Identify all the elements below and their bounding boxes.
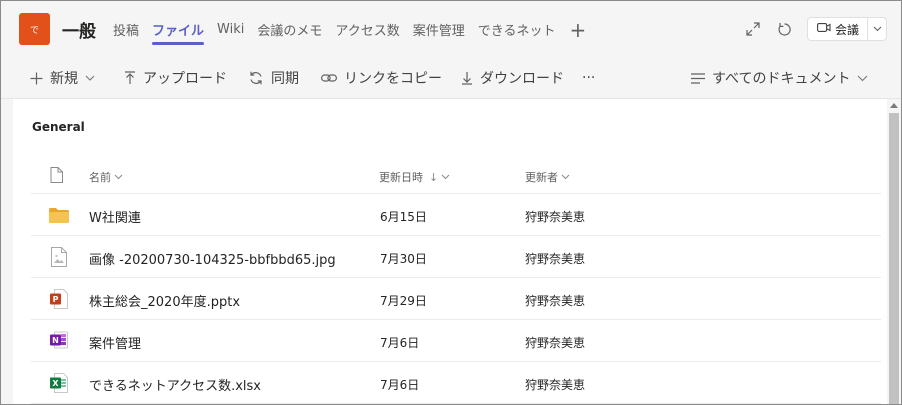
- more-actions-button[interactable]: ···: [582, 58, 595, 98]
- file-name[interactable]: 画像 -20200730-104325-bbfbbd65.jpg: [89, 249, 336, 268]
- channel-header: で 一般 投稿 ファイル Wiki 会議のメモ アクセス数 案件管理 できるネッ…: [1, 1, 901, 58]
- modified-date: 7月29日: [380, 294, 427, 308]
- table-row[interactable]: X できるネットアクセス数.xlsx 7月6日 狩野奈美恵: [31, 362, 881, 404]
- svg-text:P: P: [53, 295, 59, 304]
- modified-by: 狩野奈美恵: [525, 252, 586, 266]
- file-name[interactable]: W社関連: [89, 207, 141, 226]
- name-column-header[interactable]: 名前: [89, 169, 123, 185]
- file-name[interactable]: できるネットアクセス数.xlsx: [89, 375, 261, 394]
- copy-link-button[interactable]: リンクをコピー: [321, 58, 442, 98]
- view-switcher[interactable]: すべてのドキュメント: [691, 58, 875, 98]
- file-type-column-header[interactable]: [50, 167, 63, 183]
- chevron-down-icon: [114, 174, 123, 180]
- modified-date: 7月30日: [380, 252, 427, 266]
- add-tab-button[interactable]: +: [570, 1, 587, 58]
- expand-icon[interactable]: [743, 19, 763, 39]
- document-library: General 名前 更新日時 ↓ 更新者 W社関連 6月15日 狩野奈美恵 画…: [13, 99, 887, 404]
- file-name[interactable]: 案件管理: [89, 333, 141, 352]
- chevron-down-icon: [858, 75, 868, 81]
- svg-text:X: X: [52, 379, 59, 388]
- video-camera-icon: [817, 22, 831, 36]
- sync-label: 同期: [271, 71, 299, 87]
- library-title: General: [32, 120, 85, 134]
- new-label: 新規: [50, 71, 78, 87]
- modified-date: 7月6日: [380, 336, 420, 350]
- image-file-icon: [49, 247, 69, 267]
- meet-button[interactable]: 会議: [807, 17, 887, 41]
- tab-posts[interactable]: 投稿: [113, 1, 139, 58]
- modified-by: 狩野奈美恵: [525, 294, 586, 308]
- scrollbar-thumb[interactable]: [889, 113, 899, 404]
- modified-date: 7月6日: [380, 378, 420, 392]
- tab-meeting-notes[interactable]: 会議のメモ: [257, 1, 322, 58]
- modified-date: 6月15日: [380, 210, 427, 224]
- sort-descending-icon: ↓: [429, 170, 439, 184]
- view-label: すべてのドキュメント: [712, 71, 851, 87]
- team-avatar[interactable]: で: [19, 13, 50, 45]
- excel-icon: X: [49, 373, 69, 393]
- chevron-down-icon: [561, 174, 570, 180]
- copy-link-label: リンクをコピー: [344, 71, 442, 87]
- new-button[interactable]: 新規: [30, 58, 102, 98]
- more-label: ···: [582, 70, 596, 86]
- list-view-icon: [691, 72, 705, 84]
- vertical-scrollbar[interactable]: [887, 99, 901, 404]
- scroll-up-arrow-icon[interactable]: [890, 103, 898, 108]
- channel-name: 一般: [62, 22, 96, 42]
- modified-by: 狩野奈美恵: [525, 336, 586, 350]
- modified-by: 狩野奈美恵: [525, 378, 586, 392]
- upload-icon: [125, 71, 135, 84]
- modified-by-column-header[interactable]: 更新者: [525, 169, 570, 185]
- svg-text:N: N: [52, 336, 59, 345]
- refresh-icon[interactable]: [774, 19, 794, 39]
- plus-icon: [30, 72, 43, 84]
- chevron-down-icon: [85, 75, 95, 81]
- modified-by-column-label: 更新者: [525, 171, 558, 184]
- table-row[interactable]: W社関連 6月15日 狩野奈美恵: [31, 194, 881, 236]
- download-icon: [462, 72, 472, 85]
- sync-button[interactable]: 同期: [248, 58, 299, 98]
- link-icon: [321, 74, 337, 82]
- modified-by: 狩野奈美恵: [525, 210, 586, 224]
- tab-access-count[interactable]: アクセス数: [335, 1, 399, 58]
- table-row[interactable]: 画像 -20200730-104325-bbfbbd65.jpg 7月30日 狩…: [31, 236, 881, 278]
- file-name[interactable]: 株主総会_2020年度.pptx: [89, 291, 240, 310]
- powerpoint-icon: P: [49, 289, 69, 309]
- chevron-down-icon[interactable]: [873, 24, 882, 35]
- name-column-label: 名前: [89, 171, 111, 184]
- meet-label: 会議: [835, 22, 860, 37]
- upload-label: アップロード: [143, 71, 227, 87]
- file-type-icon: [50, 167, 63, 183]
- sync-icon: [250, 71, 262, 85]
- download-label: ダウンロード: [480, 71, 564, 87]
- tab-files[interactable]: ファイル: [152, 1, 205, 58]
- tab-dekiru-net[interactable]: できるネット: [478, 1, 556, 58]
- meet-divider: [867, 18, 869, 40]
- folder-icon: [49, 205, 69, 225]
- modified-column-header[interactable]: 更新日時 ↓: [379, 169, 450, 185]
- channel-tabs: 投稿 ファイル Wiki 会議のメモ アクセス数 案件管理 できるネット +: [113, 1, 586, 58]
- download-button[interactable]: ダウンロード: [461, 58, 564, 98]
- modified-column-label: 更新日時: [379, 171, 423, 184]
- command-bar: 新規 アップロード 同期 リンクをコピー ダウンロード ··· すべてのドキュメ…: [1, 58, 901, 99]
- upload-button[interactable]: アップロード: [124, 58, 227, 98]
- table-row[interactable]: P 株主総会_2020年度.pptx 7月29日 狩野奈美恵: [31, 278, 881, 320]
- table-row[interactable]: N 案件管理 7月6日 狩野奈美恵: [31, 320, 881, 362]
- teams-window: で 一般 投稿 ファイル Wiki 会議のメモ アクセス数 案件管理 できるネッ…: [0, 0, 902, 405]
- tab-project-management[interactable]: 案件管理: [413, 1, 465, 58]
- onenote-icon: N: [49, 331, 69, 351]
- tab-wiki[interactable]: Wiki: [217, 1, 244, 58]
- chevron-down-icon: [441, 174, 450, 180]
